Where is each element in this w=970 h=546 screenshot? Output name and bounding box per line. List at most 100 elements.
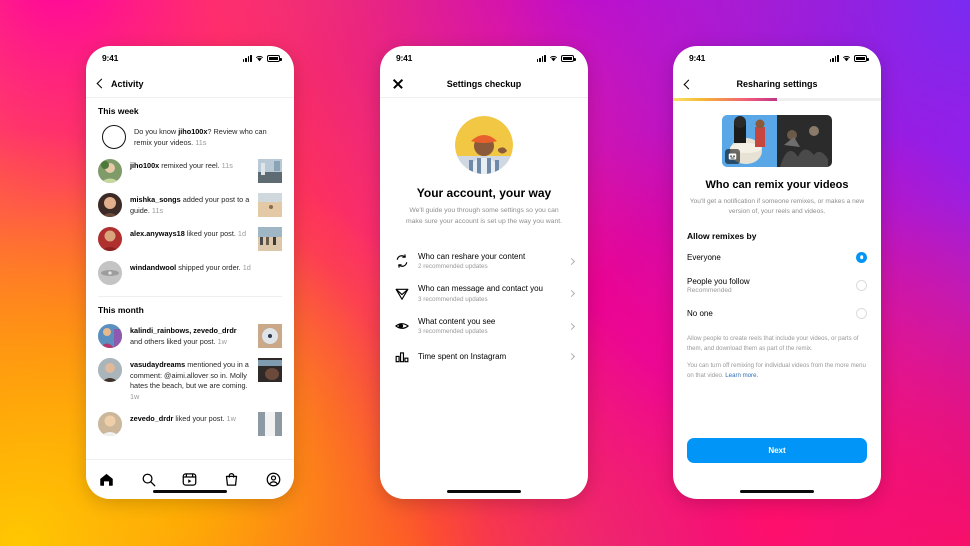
bottom-tabbar — [86, 459, 294, 499]
post-thumbnail[interactable] — [258, 227, 282, 251]
list-item-text: jiho100x remixed your reel. 11s — [130, 161, 233, 170]
avatar[interactable] — [98, 227, 122, 251]
radio-option-everyone[interactable]: Everyone — [673, 245, 881, 270]
remix-badge-icon — [725, 148, 740, 164]
post-thumbnail[interactable] — [258, 324, 282, 348]
avatar[interactable] — [98, 358, 122, 382]
chevron-right-icon — [567, 290, 576, 298]
list-item-text: kalindi_rainbows, zevedo_drdr and others… — [130, 326, 237, 346]
radio-button-no-one[interactable] — [856, 307, 867, 319]
section-heading-month: This month — [98, 305, 144, 315]
option-row-reshare[interactable]: Who can reshare your content 2 recommend… — [380, 245, 588, 277]
status-bar: 9:41 — [380, 46, 588, 70]
avatar[interactable] — [98, 324, 122, 348]
list-item[interactable]: windandwool shipped your order. 1d — [86, 256, 294, 290]
phone-resharing-settings: 9:41 Resharing settings Who can remix yo… — [673, 46, 881, 499]
status-indicators — [829, 54, 869, 62]
list-item[interactable]: alex.anyways18 liked your post. 1d — [86, 222, 294, 256]
list-item-text: alex.anyways18 liked your post. 1d — [130, 229, 247, 238]
option-title: What content you see — [418, 316, 496, 326]
radio-option-people-you-follow[interactable]: People you follow Recommended — [673, 270, 881, 301]
progress-bar-fill — [673, 98, 777, 101]
option-title: Who can reshare your content — [418, 252, 526, 262]
bars-icon — [394, 349, 409, 364]
option-row-content[interactable]: What content you see 3 recommended updat… — [380, 310, 588, 342]
option-subtitle: 2 recommended updates — [418, 263, 488, 271]
option-row-message[interactable]: Who can message and contact you 3 recomm… — [380, 277, 588, 309]
home-icon[interactable] — [99, 472, 114, 487]
status-time: 9:41 — [689, 53, 706, 63]
list-item-text: zevedo_drdr liked your post. 1w — [130, 414, 236, 424]
status-bar: 9:41 — [86, 46, 294, 70]
list-item-text: Do you know jiho100x? Review who can rem… — [134, 127, 267, 147]
post-thumbnail[interactable] — [258, 412, 282, 437]
remix-title: Who can remix your videos — [705, 178, 849, 191]
list-item[interactable]: zevedo_drdr liked your post. 1w — [86, 407, 294, 441]
profile-icon[interactable] — [266, 472, 281, 487]
list-item[interactable]: jiho100x remixed your reel. 11s — [86, 154, 294, 188]
checkup-options-list: Who can reshare your content 2 recommend… — [380, 245, 588, 371]
chevron-right-icon — [567, 353, 576, 361]
battery-icon — [561, 54, 576, 62]
option-subtitle: 3 recommended updates — [418, 295, 488, 303]
option-title: Who can message and contact you — [418, 284, 543, 294]
status-indicators — [242, 54, 282, 62]
activity-list: This week Do you know jiho100x? Review w… — [86, 98, 294, 441]
wifi-icon — [842, 55, 851, 61]
radio-option-title: No one — [687, 308, 713, 318]
cellular-signal-icon — [242, 54, 252, 62]
home-indicator — [740, 490, 814, 493]
shop-icon[interactable] — [224, 472, 239, 487]
radio-label: No one — [687, 309, 856, 318]
avatar[interactable] — [98, 261, 122, 285]
search-icon[interactable] — [141, 472, 156, 487]
chevron-right-icon — [567, 257, 576, 265]
wifi-icon — [549, 55, 558, 61]
section-heading-week: This week — [98, 106, 139, 116]
option-text: What content you see 3 recommended updat… — [418, 317, 560, 335]
radio-label: Everyone — [687, 253, 856, 262]
page-title: Resharing settings — [736, 79, 818, 89]
page-title: Activity — [111, 78, 144, 89]
radio-option-no-one[interactable]: No one — [673, 301, 881, 326]
remix-ring-icon — [102, 125, 126, 149]
home-indicator — [153, 490, 227, 493]
remix-note-2: You can turn off remixing for individual… — [687, 361, 867, 381]
remix-hero-image — [722, 114, 832, 167]
phone-settings-checkup: 9:41 Settings checkup Your account, your… — [380, 46, 588, 499]
cellular-signal-icon — [536, 54, 546, 62]
chevron-right-icon — [567, 322, 576, 330]
option-row-time-spent[interactable]: Time spent on Instagram — [380, 342, 588, 371]
avatar[interactable] — [98, 159, 122, 183]
cellular-signal-icon — [829, 54, 839, 62]
post-thumbnail[interactable] — [258, 159, 282, 183]
back-icon[interactable] — [96, 78, 107, 89]
radio-button-everyone[interactable] — [856, 251, 867, 263]
radio-option-title: People you follow — [687, 276, 750, 286]
list-item[interactable]: vasudaydreams mentioned you in a comment… — [86, 353, 294, 407]
close-icon[interactable] — [392, 78, 404, 90]
status-time: 9:41 — [102, 53, 119, 63]
status-bar: 9:41 — [673, 46, 881, 70]
resharing-navbar: Resharing settings — [673, 70, 881, 98]
radio-button-people-you-follow[interactable] — [856, 279, 867, 291]
reels-icon[interactable] — [182, 472, 197, 487]
list-item[interactable]: mishka_songs added your post to a guide.… — [86, 188, 294, 222]
learn-more-link[interactable]: Learn more. — [725, 372, 758, 379]
back-icon[interactable] — [683, 79, 694, 89]
list-item-text: vasudaydreams mentioned you in a comment… — [130, 360, 249, 401]
phone-activity: 9:41 Activity This week Do you know jiho… — [86, 46, 294, 499]
avatar[interactable] — [98, 193, 122, 217]
status-indicators — [536, 54, 576, 62]
reshare-icon — [394, 254, 409, 269]
post-thumbnail[interactable] — [258, 193, 282, 217]
option-text: Who can message and contact you 3 recomm… — [418, 284, 560, 302]
post-thumbnail[interactable] — [258, 358, 282, 382]
list-item[interactable]: Do you know jiho100x? Review who can rem… — [86, 120, 294, 154]
page-title: Settings checkup — [446, 78, 522, 89]
avatar[interactable] — [98, 412, 122, 437]
list-item-text: windandwool shipped your order. 1d — [130, 263, 251, 272]
list-item[interactable]: kalindi_rainbows, zevedo_drdr and others… — [86, 319, 294, 353]
next-button[interactable]: Next — [687, 438, 867, 463]
wifi-icon — [255, 55, 264, 61]
